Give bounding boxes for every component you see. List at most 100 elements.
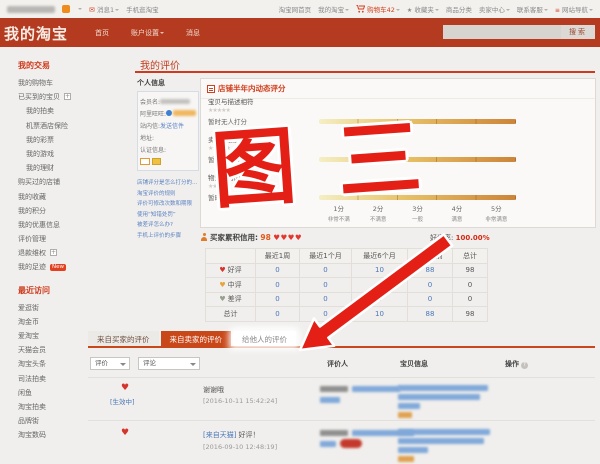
seller-center-link[interactable]: 卖家中心 bbox=[479, 4, 510, 14]
review-comment: [来自天猫]好评！ bbox=[203, 430, 259, 440]
column-rater: 评价人 bbox=[327, 359, 348, 369]
chevron-down-icon bbox=[160, 32, 164, 36]
masked-item-link[interactable] bbox=[398, 394, 480, 400]
expand-icon[interactable]: + bbox=[50, 249, 57, 256]
sidebar-item-points[interactable]: 我的积分 bbox=[0, 204, 132, 218]
wangwang-icon bbox=[166, 110, 172, 116]
review-comment: 谢谢哦 bbox=[203, 385, 224, 395]
sidebar-item-lottery[interactable]: 我的彩票 bbox=[0, 133, 132, 147]
bad-rating-icon: ♥ bbox=[219, 295, 225, 303]
cart-link[interactable]: 购物车42 bbox=[356, 4, 400, 14]
send-mail-link[interactable]: 发送信件 bbox=[160, 121, 184, 130]
credit-table: 最近1周最近1个月最近6个月6个月前总计 ♥好评 00108898 ♥中评 00… bbox=[205, 248, 488, 322]
sidebar-item-coupons[interactable]: 我的优惠信息 bbox=[0, 218, 132, 232]
column-action: 操作? bbox=[505, 359, 528, 369]
title-underline bbox=[135, 71, 595, 73]
categories-link[interactable]: 商品分类 bbox=[446, 4, 472, 14]
masked-item-link[interactable] bbox=[398, 403, 420, 409]
sidebar-item-judicial-auction[interactable]: 司法拍卖 bbox=[0, 372, 132, 386]
nav-messages[interactable]: 消息 bbox=[186, 28, 200, 38]
masked-rater-badge bbox=[340, 439, 362, 448]
masked-rater-credit bbox=[320, 397, 340, 403]
masked-item-link[interactable] bbox=[398, 438, 484, 444]
sidebar-item-favorites[interactable]: 我的收藏 bbox=[0, 190, 132, 204]
sidebar-item-bought[interactable]: 已买到的宝贝+ bbox=[0, 90, 132, 104]
new-badge: New bbox=[50, 264, 66, 271]
expand-icon[interactable]: + bbox=[64, 93, 71, 100]
sidebar-item-auction[interactable]: 我的拍卖 bbox=[0, 104, 132, 118]
member-label: 会员名: bbox=[140, 97, 160, 106]
chevron-down-icon bbox=[115, 9, 119, 13]
credit-table-header-row: 最近1周最近1个月最近6个月6个月前总计 bbox=[206, 249, 488, 264]
taobao-home-link[interactable]: 淘宝网首页 bbox=[279, 4, 312, 14]
credit-hearts-icon: ♥♥♥♥ bbox=[273, 233, 302, 242]
chevron-down-icon bbox=[589, 9, 593, 13]
chevron-down-icon bbox=[506, 9, 510, 13]
masked-rater-credit bbox=[320, 441, 336, 447]
my-taobao-link[interactable]: 我的淘宝 bbox=[318, 4, 349, 14]
masked-username bbox=[7, 6, 55, 13]
sidebar-item-taojinbi[interactable]: 淘金币 bbox=[0, 315, 132, 329]
help-links: 店铺评分是怎么打分的… 淘宝评价的规则 评价可修改次数和期限 使用“知错处罚” … bbox=[137, 178, 199, 241]
chevron-down-icon bbox=[396, 9, 400, 13]
review-status: [生效中] bbox=[110, 396, 135, 406]
sidebar-section-recent: 最近访问 bbox=[18, 285, 132, 296]
sidebar-item-cart[interactable]: 我的购物车 bbox=[0, 76, 132, 90]
masked-item-link[interactable] bbox=[398, 429, 490, 435]
chevron-down-icon bbox=[435, 9, 439, 13]
tab-reviews-to-others[interactable]: 给他人的评价 bbox=[233, 331, 296, 346]
sidebar-item-refund[interactable]: 退款维权+ bbox=[0, 246, 132, 260]
my-taobao-logo[interactable]: 我的淘宝 bbox=[4, 23, 68, 44]
sidebar-item-aiguangjie[interactable]: 爱逛街 bbox=[0, 301, 132, 315]
review-time: [2016-09-10 12:48:19] bbox=[203, 443, 277, 451]
messages-link[interactable]: ✉ 消息1 bbox=[89, 4, 119, 14]
sidebar-item-taobao-digital[interactable]: 淘宝数码 bbox=[0, 428, 132, 442]
nav-home[interactable]: 首页 bbox=[95, 28, 109, 38]
sidebar: 我的交易 我的购物车 已买到的宝贝+ 我的拍卖 机票酒店保险 我的彩票 我的游戏… bbox=[0, 50, 132, 443]
nav-account-settings[interactable]: 账户设置 bbox=[131, 28, 164, 38]
masked-item-link[interactable] bbox=[398, 385, 488, 391]
search-button[interactable]: 搜索 bbox=[561, 25, 595, 39]
favorites-link[interactable]: ★ 收藏夹 bbox=[407, 4, 439, 14]
mail-label: 站内信: bbox=[140, 121, 160, 130]
sidebar-item-footprints[interactable]: 我的足迹New bbox=[0, 260, 132, 274]
tab-reviews-from-sellers[interactable]: 来自卖家的评价 bbox=[161, 331, 232, 346]
calendar-icon bbox=[207, 85, 215, 93]
header-search: 搜索 bbox=[443, 25, 595, 39]
sidebar-item-shops-visited[interactable]: 购买过的店铺 bbox=[0, 175, 132, 189]
masked-member-name bbox=[160, 99, 190, 104]
sidebar-recent-list: 爱逛街 淘金币 爱淘宝 天猫会员 淘宝头条 司法拍卖 闲鱼 淘宝拍卖 品牌街 淘… bbox=[0, 301, 132, 443]
help-link[interactable]: 评价可修改次数和期限 bbox=[137, 199, 199, 210]
masked-rater-link[interactable] bbox=[352, 386, 400, 392]
sidebar-item-brand-street[interactable]: 品牌街 bbox=[0, 414, 132, 428]
top-strip: ✉ 消息1 手机逛淘宝 淘宝网首页 我的淘宝 购物车42 ★ 收藏夹 商品分类 … bbox=[0, 0, 600, 18]
table-row: 总计 00108898 bbox=[206, 307, 488, 322]
contact-service-link[interactable]: 联系客服 bbox=[517, 4, 548, 14]
credit-label: 买家累积信用: bbox=[210, 233, 258, 242]
mobile-taobao-link[interactable]: 手机逛淘宝 bbox=[126, 4, 159, 14]
sidebar-item-games[interactable]: 我的游戏 bbox=[0, 147, 132, 161]
help-link[interactable]: 店铺评分是怎么打分的… bbox=[137, 178, 199, 189]
help-link[interactable]: 淘宝评价的规则 bbox=[137, 189, 199, 200]
rating-filter-select[interactable]: 评价 bbox=[90, 357, 130, 370]
comment-filter-select[interactable]: 评论 bbox=[138, 357, 200, 370]
topbar-right: 淘宝网首页 我的淘宝 购物车42 ★ 收藏夹 商品分类 卖家中心 联系客服 ≡ … bbox=[279, 4, 593, 14]
table-row: ♥差评 00000 bbox=[206, 292, 488, 307]
sidebar-item-review-management[interactable]: 评价管理 bbox=[0, 232, 132, 246]
cert-card-icon bbox=[152, 158, 161, 165]
help-link[interactable]: 手机上评价的步骤 bbox=[137, 231, 199, 242]
header-nav: 首页 账户设置 消息 bbox=[95, 28, 200, 38]
help-link[interactable]: 使用“知错处罚” bbox=[137, 210, 199, 221]
page-title: 我的评价 bbox=[140, 57, 180, 72]
sidebar-item-finance[interactable]: 我的理财 bbox=[0, 161, 132, 175]
help-link[interactable]: 被差评怎么办? bbox=[137, 220, 199, 231]
sidebar-item-flight-hotel[interactable]: 机票酒店保险 bbox=[0, 119, 132, 133]
search-input[interactable] bbox=[443, 25, 561, 39]
star-icon: ★ bbox=[407, 7, 412, 14]
buyer-icon bbox=[200, 233, 208, 241]
masked-item-link[interactable] bbox=[398, 447, 428, 453]
site-nav-link[interactable]: ≡ 网站导航 bbox=[555, 4, 593, 14]
tab-reviews-from-buyers[interactable]: 来自买家的评价 bbox=[88, 331, 159, 346]
table-row: ♥中评 00000 bbox=[206, 278, 488, 293]
chevron-down-icon bbox=[345, 9, 349, 13]
